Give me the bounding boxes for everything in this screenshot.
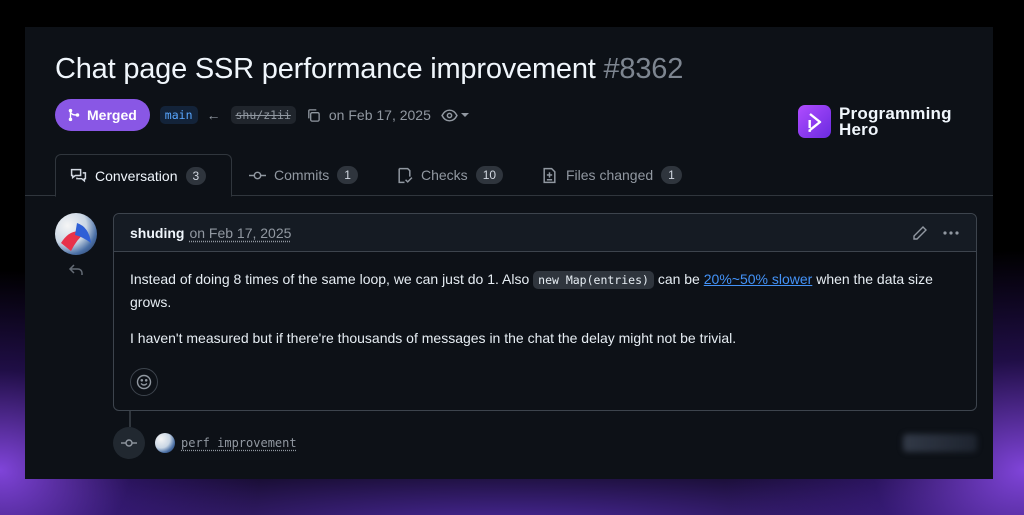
commit-row: perf improvement — [113, 427, 297, 459]
reply-icon[interactable] — [68, 263, 84, 282]
tab-label: Conversation — [95, 167, 178, 184]
checklist-icon — [398, 167, 413, 183]
eye-icon — [441, 108, 458, 122]
watch-dropdown[interactable] — [441, 107, 469, 124]
page-title: Chat page SSR performance improvement #8… — [55, 53, 683, 86]
comment-body: Instead of doing 8 times of the same loo… — [114, 252, 976, 379]
tab-conversation[interactable]: Conversation 3 — [55, 154, 232, 197]
pr-tabs: Conversation 3 Commits 1 Checks 10 Files… — [25, 154, 993, 197]
tab-counter: 3 — [185, 166, 207, 185]
head-branch[interactable]: shu/z1ii — [230, 106, 296, 124]
tab-commits[interactable]: Commits 1 — [235, 154, 372, 196]
comment-discussion-icon — [70, 168, 87, 183]
merged-label: Merged — [87, 107, 137, 123]
comment-paragraph: I haven't measured but if there're thous… — [130, 330, 737, 346]
merge-date: on Feb 17, 2025 — [328, 107, 431, 123]
timeline-line — [129, 411, 131, 427]
tab-label: Files changed — [566, 167, 654, 183]
comment-paragraph: Instead of doing 8 times of the same loo… — [130, 271, 933, 310]
git-commit-icon — [113, 427, 145, 459]
brand-name: Programming Hero — [839, 103, 952, 139]
comment-author[interactable]: shuding — [130, 225, 184, 241]
commit-message[interactable]: perf improvement — [181, 436, 297, 450]
pr-meta: Merged main ← shu/z1ii on Feb 17, 2025 — [55, 99, 469, 131]
programming-hero-logo-icon — [798, 105, 831, 138]
base-branch[interactable]: main — [159, 106, 198, 124]
blurred-commit-sha — [903, 434, 977, 452]
pr-number: #8362 — [603, 53, 684, 85]
tab-label: Checks — [421, 167, 468, 183]
tab-checks[interactable]: Checks 10 — [382, 154, 517, 196]
copy-icon[interactable] — [306, 108, 321, 123]
brand-logo: Programming Hero — [798, 105, 952, 138]
tab-counter: 1 — [661, 166, 682, 184]
merged-badge: Merged — [55, 99, 150, 131]
smiley-icon — [136, 374, 152, 390]
tab-counter: 1 — [337, 166, 358, 184]
comment-header: shuding on Feb 17, 2025 — [114, 214, 976, 252]
git-merge-icon — [68, 108, 80, 122]
inline-code: new Map(entries) — [533, 271, 654, 289]
avatar[interactable] — [55, 213, 97, 255]
comment-box: shuding on Feb 17, 2025 Instead of doing… — [113, 213, 977, 411]
arrow-left-icon: ← — [206, 107, 221, 123]
tab-files-changed[interactable]: Files changed 1 — [527, 154, 696, 196]
benchmark-link[interactable]: 20%~50% slower — [704, 271, 813, 287]
add-reaction-button[interactable] — [130, 368, 158, 396]
comment-actions — [912, 225, 960, 241]
pr-window: Chat page SSR performance improvement #8… — [25, 27, 993, 479]
pr-title: Chat page SSR performance improvement — [55, 53, 596, 85]
git-commit-icon — [249, 171, 266, 179]
kebab-horizontal-icon[interactable] — [942, 225, 960, 241]
commit-avatar[interactable] — [155, 433, 175, 453]
comment-date[interactable]: on Feb 17, 2025 — [189, 225, 291, 241]
tab-label: Commits — [274, 167, 330, 183]
tab-counter: 10 — [475, 166, 504, 184]
pencil-icon[interactable] — [912, 225, 928, 241]
caret-down-icon — [460, 113, 469, 117]
file-diff-icon — [543, 167, 556, 183]
